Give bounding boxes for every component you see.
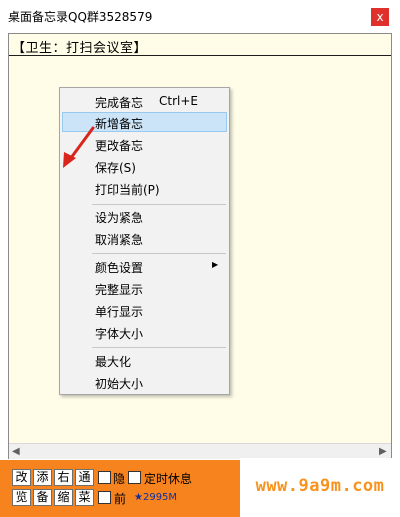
hide-label: 隐 (113, 472, 126, 486)
front-checkbox[interactable] (98, 491, 111, 504)
menu-item-single-line[interactable]: 单行显示 (62, 300, 227, 320)
menu-item-label: 打印当前(P) (95, 183, 160, 197)
memo-text[interactable]: 【卫生：打扫会议室】 (12, 37, 147, 56)
toolbar-button-edit[interactable]: 改 (12, 469, 31, 486)
menu-item-label: 初始大小 (95, 377, 144, 391)
toolbar-button-browse[interactable]: 览 (12, 489, 31, 506)
toolbar-button-shrink[interactable]: 缩 (54, 489, 73, 506)
toolbar-button-backup[interactable]: 备 (33, 489, 52, 506)
menu-item-label: 设为紧急 (95, 211, 144, 225)
menu-item-shortcut: Ctrl+E (159, 94, 198, 108)
context-menu: 完成备忘 Ctrl+E 新增备忘 更改备忘 保存(S) 打印当前(P) 设为紧急… (59, 87, 230, 395)
menu-item-label: 取消紧急 (95, 233, 144, 247)
menu-item-maximize[interactable]: 最大化 (62, 350, 227, 370)
title-bar[interactable]: 桌面备忘录QQ群3528579 x (0, 0, 400, 33)
menu-item-label: 完整显示 (95, 283, 144, 297)
menu-item-complete[interactable]: 完成备忘 Ctrl+E (62, 91, 227, 111)
toolbar-button-add[interactable]: 添 (33, 469, 52, 486)
menu-separator (92, 347, 226, 348)
menu-item-print[interactable]: 打印当前(P) (62, 178, 227, 198)
close-button[interactable]: x (371, 8, 389, 26)
menu-item-font-size[interactable]: 字体大小 (62, 322, 227, 342)
timed-rest-checkbox[interactable] (128, 471, 141, 484)
menu-item-change[interactable]: 更改备忘 (62, 134, 227, 154)
menu-item-set-urgent[interactable]: 设为紧急 (62, 206, 227, 226)
menu-item-label: 保存(S) (95, 161, 136, 175)
window-title: 桌面备忘录QQ群3528579 (8, 10, 153, 24)
menu-item-label: 新增备忘 (95, 117, 144, 131)
menu-separator (92, 253, 226, 254)
menu-item-cancel-urgent[interactable]: 取消紧急 (62, 228, 227, 248)
timed-rest-label: 定时休息 (144, 472, 193, 486)
menu-item-full-display[interactable]: 完整显示 (62, 278, 227, 298)
menu-item-new[interactable]: 新增备忘 (62, 112, 227, 132)
scroll-left-icon[interactable]: ◀ (12, 446, 20, 457)
toolbar-button-right[interactable]: 右 (54, 469, 73, 486)
memo-underline (9, 55, 391, 56)
menu-item-label: 单行显示 (95, 305, 144, 319)
menu-item-label: 最大化 (95, 355, 132, 369)
submenu-arrow-icon: ▶ (212, 260, 219, 269)
app-window: 桌面备忘录QQ群3528579 x 【卫生：打扫会议室】 ◀ ▶ 改 添 右 通… (0, 0, 400, 517)
memory-usage-label: ★2995M (134, 492, 178, 503)
toolbar-button-menu[interactable]: 菜 (75, 489, 94, 506)
toolbar-button-through[interactable]: 通 (75, 469, 94, 486)
menu-separator (92, 204, 226, 205)
menu-item-save[interactable]: 保存(S) (62, 156, 227, 176)
hide-checkbox[interactable] (98, 471, 111, 484)
menu-item-color-settings[interactable]: 颜色设置 ▶ (62, 256, 227, 276)
menu-item-label: 完成备忘 (95, 96, 144, 110)
menu-item-label: 更改备忘 (95, 139, 144, 153)
menu-item-initial-size[interactable]: 初始大小 (62, 372, 227, 392)
menu-item-label: 颜色设置 (95, 261, 144, 275)
menu-item-label: 字体大小 (95, 327, 144, 341)
watermark-text: www.9a9m.com (255, 476, 385, 496)
front-label: 前 (114, 492, 127, 506)
scroll-right-icon[interactable]: ▶ (379, 446, 387, 457)
horizontal-scrollbar[interactable]: ◀ ▶ (9, 443, 391, 459)
